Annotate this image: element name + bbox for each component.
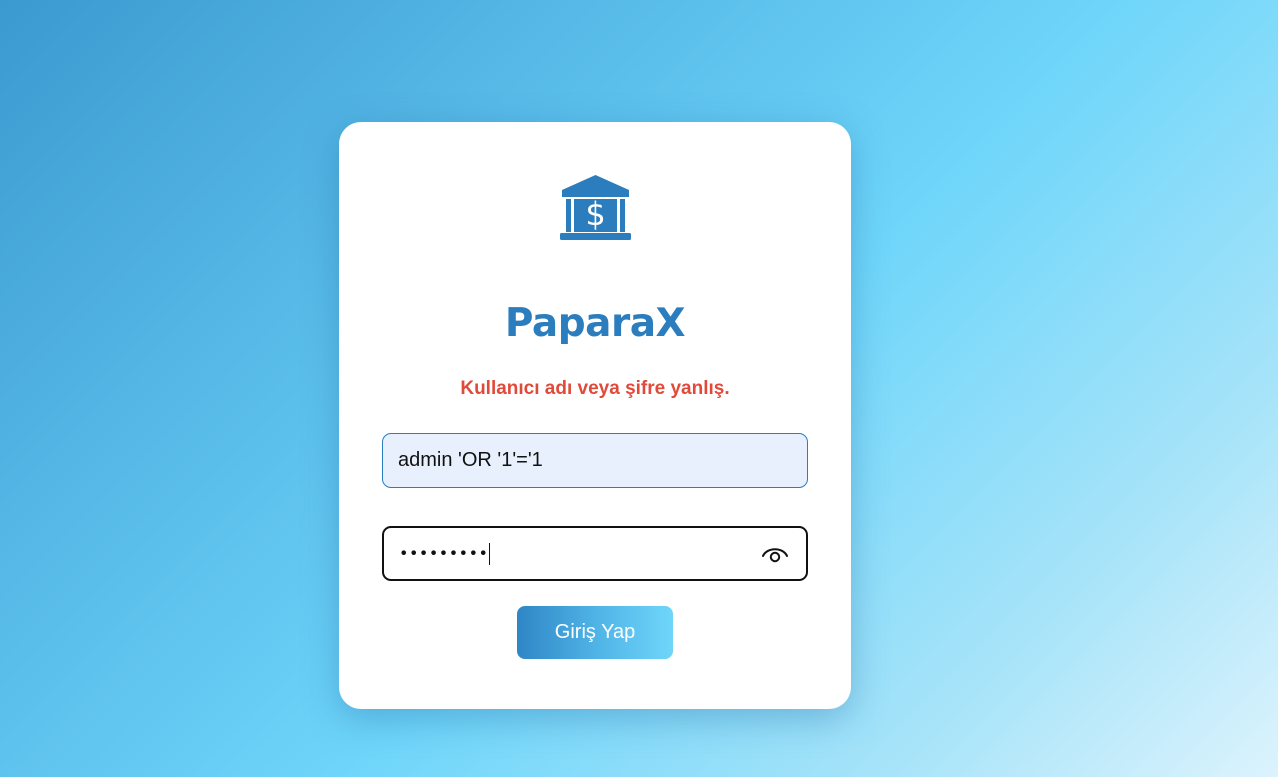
username-input[interactable] <box>383 434 807 487</box>
login-button[interactable]: Giriş Yap <box>517 606 673 659</box>
password-field-wrapper[interactable]: ••••••••• <box>382 526 808 581</box>
username-field-wrapper <box>382 433 808 488</box>
password-input[interactable]: ••••••••• <box>399 542 491 565</box>
text-caret <box>489 542 491 565</box>
login-card: $ PaparaX Kullanıcı adı veya şifre yanlı… <box>339 122 851 709</box>
bank-dollar-icon: $ <box>560 175 631 240</box>
eye-icon[interactable] <box>761 543 789 565</box>
svg-text:$: $ <box>585 195 605 233</box>
password-masked-text: ••••••••• <box>399 543 489 562</box>
error-message: Kullanıcı adı veya şifre yanlış. <box>460 378 730 399</box>
app-title: PaparaX <box>504 301 686 346</box>
